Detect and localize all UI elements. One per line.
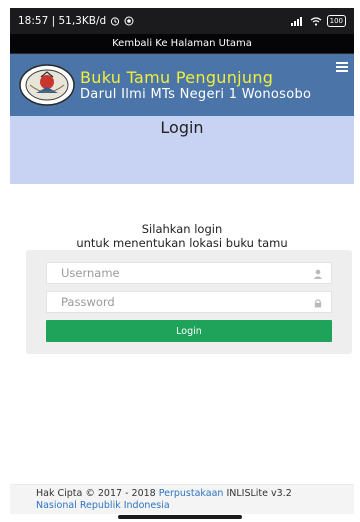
user-icon — [313, 269, 323, 279]
footer-copyright: Hak Cipta © 2017 - 2018 — [36, 488, 156, 499]
app-subtitle: Darul Ilmi MTs Negeri 1 Wonosobo — [80, 86, 312, 102]
footer: Hak Cipta © 2017 - 2018 Perpustakaan INL… — [10, 484, 354, 514]
login-panel: Login — [26, 250, 352, 354]
login-button[interactable]: Login — [46, 320, 332, 342]
app-header: Buku Tamu Pengunjung Darul Ilmi MTs Nege… — [10, 54, 354, 116]
timer-icon — [110, 16, 120, 26]
footer-library-link[interactable]: Perpustakaan — [159, 488, 224, 499]
password-input[interactable] — [61, 295, 301, 309]
lock-icon — [314, 299, 322, 308]
page-title: Login — [160, 118, 204, 137]
app-title: Buku Tamu Pengunjung — [80, 67, 274, 87]
page-hero: Login — [10, 116, 354, 184]
logo-icon — [19, 64, 75, 106]
footer-library-link-cont[interactable]: Nasional Republik Indonesia — [36, 500, 170, 511]
login-prompt: Silahkan login untuk menentukan lokasi b… — [10, 222, 354, 250]
username-field[interactable] — [46, 262, 332, 284]
login-prompt-line1: Silahkan login — [141, 222, 223, 236]
status-bar: 18:57 | 51,3KB/d 100 — [10, 8, 354, 34]
status-left: 18:57 | 51,3KB/d — [18, 15, 134, 27]
home-indicator — [118, 515, 242, 519]
signal-icon — [290, 16, 305, 26]
username-input[interactable] — [61, 266, 301, 280]
hamburger-menu-icon[interactable] — [336, 62, 348, 72]
footer-version: INLISLite v3.2 — [226, 488, 292, 499]
wifi-icon — [310, 16, 322, 26]
login-prompt-line2: untuk menentukan lokasi buku tamu — [76, 236, 288, 250]
status-time: 18:57 | 51,3KB/d — [18, 15, 107, 27]
header-text: Buku Tamu Pengunjung Darul Ilmi MTs Nege… — [80, 68, 311, 103]
battery-icon: 100 — [326, 15, 346, 27]
back-to-home-link[interactable]: Kembali Ke Halaman Utama — [10, 34, 354, 54]
status-right: 100 — [290, 15, 346, 27]
password-field[interactable] — [46, 291, 332, 313]
record-icon — [124, 16, 134, 26]
